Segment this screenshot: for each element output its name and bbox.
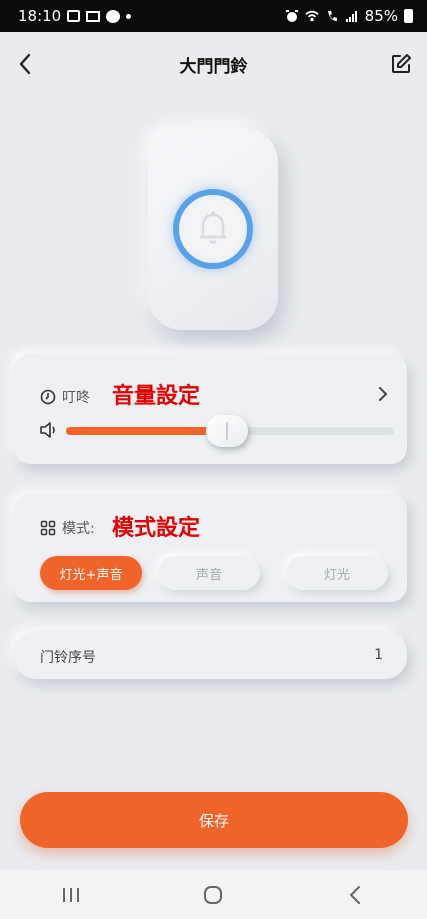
chat-notification-icon — [106, 9, 121, 23]
doorbell-button-ring — [173, 189, 253, 269]
alarm-icon — [285, 10, 298, 22]
recent-apps-icon — [63, 887, 80, 902]
save-button[interactable]: 保存 — [20, 792, 408, 848]
mode-card: 模式: 模式設定 灯光+声音 声音 灯光 — [14, 494, 407, 602]
mode-option-sound[interactable]: 声音 — [158, 556, 260, 590]
home-icon — [204, 885, 223, 904]
volume-slider-fill — [66, 427, 227, 435]
mode-row: 模式: — [40, 518, 95, 538]
page-title: 大門門鈴 — [179, 56, 248, 77]
status-left: 18:10 — [18, 7, 132, 25]
volume-card: 叮咚 音量設定 — [14, 354, 407, 464]
gallery-notification-icon — [67, 10, 81, 22]
slider-thumb-grip — [225, 422, 228, 440]
status-time: 18:10 — [18, 7, 62, 25]
status-right: 85% — [285, 7, 413, 25]
volume-slider-track[interactable] — [66, 415, 394, 447]
volume-annotation: 音量設定 — [112, 384, 201, 409]
signal-icon — [345, 11, 357, 22]
speaker-icon — [40, 422, 55, 438]
more-notifications-dot-icon — [126, 13, 132, 19]
mode-label: 模式: — [62, 521, 95, 537]
bell-icon — [200, 211, 226, 244]
grid-icon — [40, 520, 56, 536]
home-button[interactable] — [193, 880, 233, 910]
edit-icon[interactable] — [389, 52, 413, 76]
doorbell-device-illustration — [148, 128, 278, 330]
serial-label: 门铃序号 — [40, 650, 96, 666]
serial-value: 1 — [374, 647, 383, 663]
back-nav-icon — [349, 885, 360, 904]
ringtone-row[interactable]: 叮咚 — [40, 387, 90, 407]
mode-option-light[interactable]: 灯光 — [286, 556, 388, 590]
recent-apps-button[interactable] — [51, 880, 91, 910]
ringtone-label: 叮咚 — [62, 390, 90, 406]
wifi-icon — [304, 10, 319, 22]
mode-annotation: 模式設定 — [112, 516, 201, 541]
chevron-left-icon[interactable] — [14, 50, 38, 78]
serial-card[interactable]: 门铃序号 1 — [14, 631, 407, 679]
status-bar: 18:10 85% — [0, 0, 427, 32]
battery-percent: 85% — [364, 7, 398, 25]
volume-slider-thumb[interactable] — [205, 415, 248, 447]
back-button[interactable] — [336, 880, 376, 910]
clock-icon — [40, 389, 56, 405]
system-nav-bar — [0, 870, 427, 919]
chevron-right-icon[interactable] — [377, 386, 389, 402]
battery-icon — [404, 9, 413, 23]
mode-option-light-sound[interactable]: 灯光+声音 — [40, 556, 142, 590]
call-icon — [327, 11, 337, 21]
app-bar: 大門門鈴 — [0, 32, 427, 96]
mail-notification-icon — [86, 10, 101, 22]
